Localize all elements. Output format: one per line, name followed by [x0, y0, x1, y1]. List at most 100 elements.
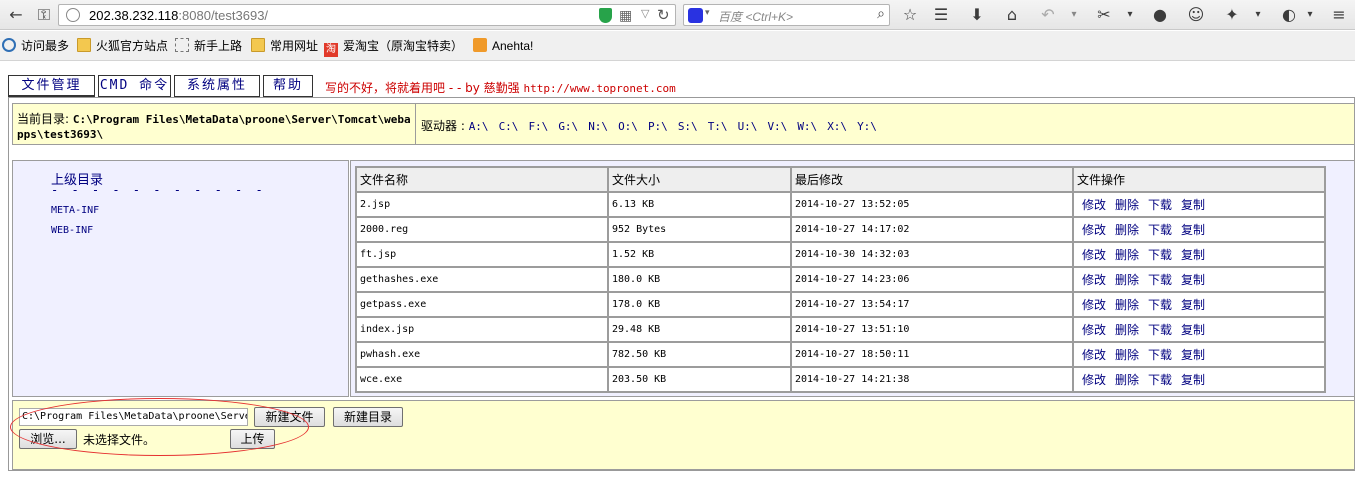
- download-link[interactable]: 下载: [1148, 323, 1172, 337]
- crop-dropdown-icon[interactable]: ▾: [1118, 4, 1142, 26]
- identity-key-icon[interactable]: ⚿: [32, 4, 56, 26]
- delete-link[interactable]: 删除: [1115, 373, 1139, 387]
- file-modified-cell: 2014-10-27 13:52:05: [792, 193, 1072, 216]
- dir-link-meta-inf[interactable]: META-INF: [51, 205, 99, 216]
- search-bar[interactable]: ▾ 百度 <Ctrl+K> ⌕: [683, 4, 890, 26]
- bookmark-taobao[interactable]: 淘爱淘宝（原淘宝特卖）: [324, 38, 463, 57]
- drive-link[interactable]: A:\: [469, 120, 489, 133]
- drive-link[interactable]: O:\: [618, 120, 638, 133]
- delete-link[interactable]: 删除: [1115, 198, 1139, 212]
- drive-link[interactable]: P:\: [648, 120, 668, 133]
- delete-link[interactable]: 删除: [1115, 348, 1139, 362]
- download-icon[interactable]: ⬇: [965, 4, 989, 26]
- new-directory-button[interactable]: 新建目录: [333, 407, 403, 427]
- download-link[interactable]: 下载: [1148, 223, 1172, 237]
- current-directory-value: C:\Program Files\MetaData\proone\Server\…: [17, 113, 411, 141]
- file-ops-cell: 修改 删除 下载 复制: [1074, 243, 1324, 266]
- copy-link[interactable]: 复制: [1181, 273, 1205, 287]
- drive-link[interactable]: V:\: [767, 120, 787, 133]
- browse-button[interactable]: 浏览...: [19, 429, 77, 449]
- tab-help[interactable]: 帮助: [263, 75, 313, 97]
- download-link[interactable]: 下载: [1148, 248, 1172, 262]
- download-link[interactable]: 下载: [1148, 198, 1172, 212]
- drive-link[interactable]: C:\: [499, 120, 519, 133]
- bookmark-firefox-site[interactable]: 火狐官方站点: [77, 38, 168, 54]
- bookmark-most-visited[interactable]: 访问最多: [2, 38, 69, 54]
- edit-link[interactable]: 修改: [1082, 298, 1106, 312]
- download-link[interactable]: 下载: [1148, 273, 1172, 287]
- dropdown-arrow-icon[interactable]: ▽: [641, 7, 649, 20]
- copy-link[interactable]: 复制: [1181, 248, 1205, 262]
- edit-link[interactable]: 修改: [1082, 348, 1106, 362]
- edit-link[interactable]: 修改: [1082, 323, 1106, 337]
- undo-icon[interactable]: ↶: [1036, 4, 1060, 26]
- delete-link[interactable]: 删除: [1115, 323, 1139, 337]
- edit-link[interactable]: 修改: [1082, 373, 1106, 387]
- edit-link[interactable]: 修改: [1082, 273, 1106, 287]
- file-size-cell: 1.52 KB: [609, 243, 790, 266]
- drive-link[interactable]: T:\: [708, 120, 728, 133]
- copy-link[interactable]: 复制: [1181, 323, 1205, 337]
- drive-link[interactable]: G:\: [558, 120, 578, 133]
- user-icon[interactable]: ☺: [1184, 4, 1208, 26]
- tab-system-properties[interactable]: 系统属性: [174, 75, 260, 97]
- url-bar[interactable]: 202.38.232.118:8080/test3693/ ▦ ▽ ↻: [58, 4, 676, 26]
- edit-link[interactable]: 修改: [1082, 248, 1106, 262]
- reading-list-icon[interactable]: ☰: [929, 4, 953, 26]
- bookmark-anehta[interactable]: Anehta!: [473, 38, 533, 54]
- addon-dropdown-icon[interactable]: ▾: [1298, 4, 1322, 26]
- bookmark-common-sites[interactable]: 常用网址: [251, 38, 318, 54]
- bookmark-getting-started[interactable]: 新手上路: [175, 38, 242, 54]
- drive-link[interactable]: U:\: [738, 120, 758, 133]
- new-file-button[interactable]: 新建文件: [254, 407, 325, 427]
- baidu-paw-icon[interactable]: [688, 8, 703, 23]
- download-link[interactable]: 下载: [1148, 298, 1172, 312]
- rss-icon: [473, 38, 487, 52]
- tab-cmd[interactable]: CMD 命令: [98, 75, 171, 97]
- file-modified-cell: 2014-10-27 18:50:11: [792, 343, 1072, 366]
- edit-link[interactable]: 修改: [1082, 198, 1106, 212]
- drive-link[interactable]: F:\: [528, 120, 548, 133]
- file-name-cell: wce.exe: [357, 368, 607, 391]
- menu-icon[interactable]: ≡: [1327, 4, 1351, 26]
- drive-link[interactable]: N:\: [588, 120, 608, 133]
- copy-link[interactable]: 复制: [1181, 298, 1205, 312]
- no-file-selected-text: 未选择文件。: [83, 433, 156, 447]
- home-icon[interactable]: ⌂: [1000, 4, 1024, 26]
- copy-link[interactable]: 复制: [1181, 348, 1205, 362]
- magnifier-icon[interactable]: ⌕: [877, 6, 885, 22]
- copy-link[interactable]: 复制: [1181, 223, 1205, 237]
- edit-link[interactable]: 修改: [1082, 223, 1106, 237]
- copy-link[interactable]: 复制: [1181, 198, 1205, 212]
- drive-link[interactable]: S:\: [678, 120, 698, 133]
- undo-dropdown-icon[interactable]: ▾: [1062, 4, 1086, 26]
- delete-link[interactable]: 删除: [1115, 298, 1139, 312]
- back-icon[interactable]: ←: [4, 4, 28, 26]
- author-link[interactable]: http://www.topronet.com: [523, 82, 675, 95]
- drive-link[interactable]: W:\: [797, 120, 817, 133]
- upload-button[interactable]: 上传: [230, 429, 275, 449]
- extension-dropdown-icon[interactable]: ▾: [1246, 4, 1270, 26]
- chat-icon[interactable]: ●: [1148, 4, 1172, 26]
- delete-link[interactable]: 删除: [1115, 223, 1139, 237]
- qr-code-icon[interactable]: ▦: [619, 8, 632, 24]
- download-link[interactable]: 下载: [1148, 348, 1172, 362]
- drive-link[interactable]: Y:\: [857, 120, 877, 133]
- new-path-input[interactable]: C:\Program Files\MetaData\proone\Server\: [19, 408, 248, 426]
- col-header-modified: 最后修改: [792, 168, 1072, 191]
- bookmark-star-icon[interactable]: ☆: [898, 4, 922, 26]
- reload-icon[interactable]: ↻: [657, 6, 670, 24]
- drive-link[interactable]: X:\: [827, 120, 847, 133]
- delete-link[interactable]: 删除: [1115, 273, 1139, 287]
- crop-icon[interactable]: ✂: [1092, 4, 1116, 26]
- tab-file-manager[interactable]: 文件管理: [8, 75, 95, 97]
- engine-dropdown-icon[interactable]: ▾: [705, 8, 710, 18]
- download-link[interactable]: 下载: [1148, 373, 1172, 387]
- delete-link[interactable]: 删除: [1115, 248, 1139, 262]
- shield-icon[interactable]: [599, 8, 612, 23]
- file-modified-cell: 2014-10-27 14:21:38: [792, 368, 1072, 391]
- extension-icon[interactable]: ✦: [1220, 4, 1244, 26]
- dir-link-web-inf[interactable]: WEB-INF: [51, 225, 93, 236]
- url-text[interactable]: 202.38.232.118:8080/test3693/: [89, 8, 268, 23]
- copy-link[interactable]: 复制: [1181, 373, 1205, 387]
